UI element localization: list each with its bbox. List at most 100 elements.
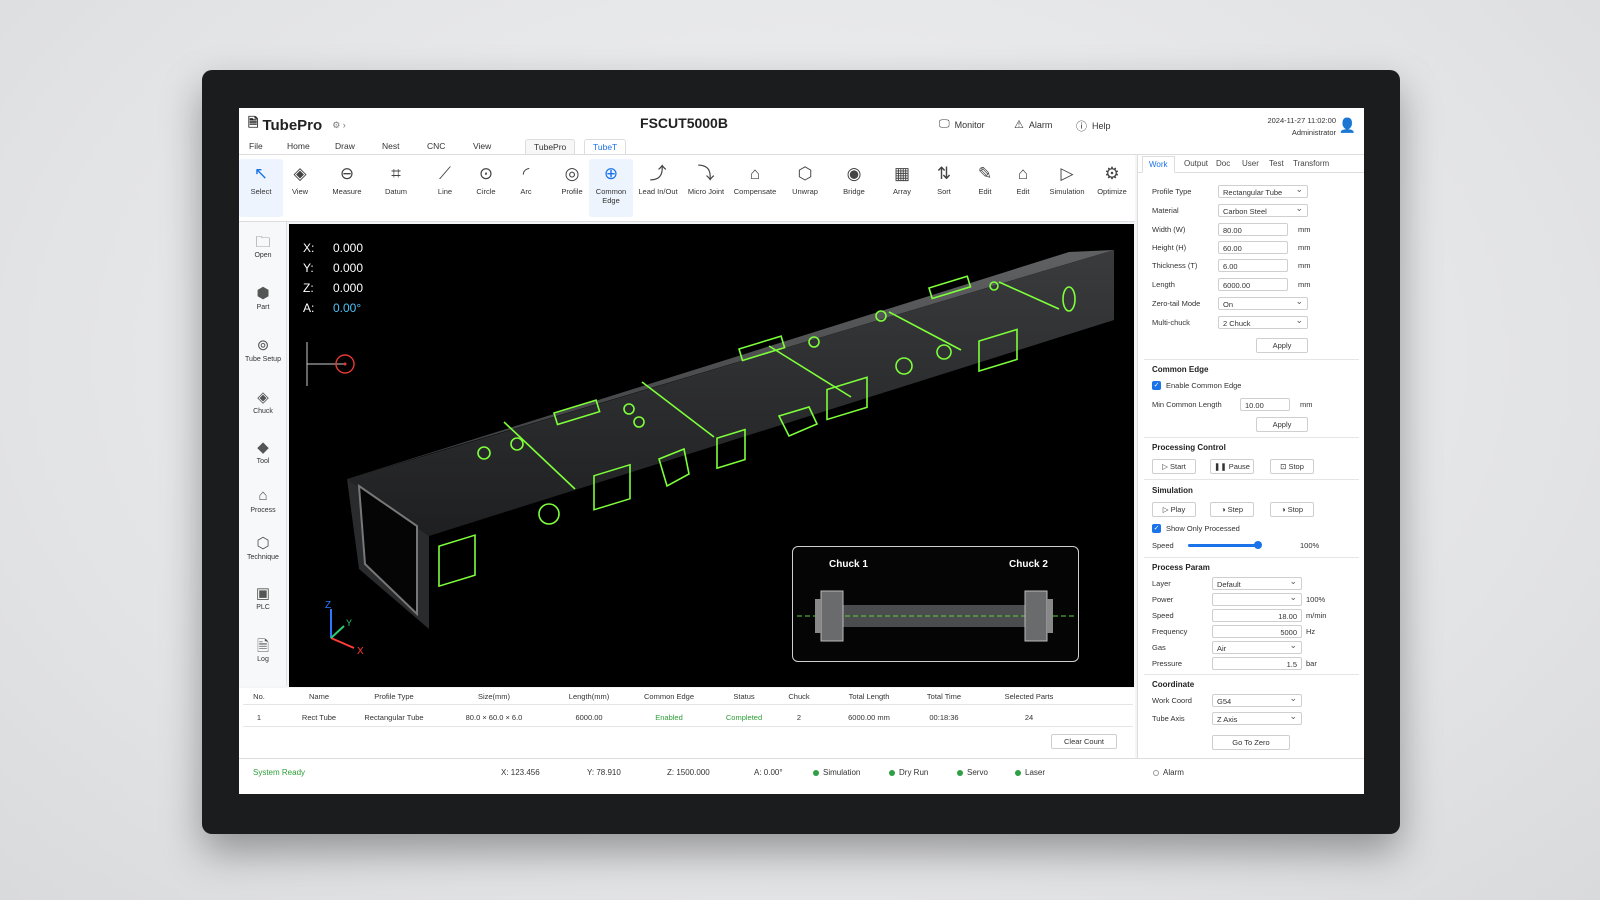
sidebar-item-part[interactable]: ⬢ Part — [239, 284, 287, 311]
stop-button[interactable]: ⊡ Stop — [1270, 459, 1314, 474]
enable-common-edge-checkbox[interactable]: ✓ Enable Common Edge — [1152, 381, 1241, 390]
user-icon[interactable]: 👤 — [1339, 117, 1356, 134]
sidebar-item-tool[interactable]: ◆ Tool — [239, 438, 287, 465]
tool-lead-in-out[interactable]: ⤴ Lead In/Out — [636, 163, 680, 196]
tube-axis-select[interactable]: Z Axis — [1212, 711, 1302, 725]
work-coord-select[interactable]: G54 — [1212, 693, 1302, 707]
sidebar-item-chuck[interactable]: ◈ Chuck — [239, 388, 287, 415]
height-input[interactable]: 60.00 — [1218, 241, 1288, 254]
tool-sort[interactable]: ⇅ Sort — [922, 163, 966, 196]
ribbon-toolbar: ↖ Select ◈ View ⊖ Measure ⌗ Datum ⟋ Line ⊙ Cir… — [239, 155, 1135, 222]
menu-file[interactable]: File — [249, 141, 263, 151]
monitor-button[interactable]: 🖵 Monitor — [939, 118, 985, 131]
sim-step-button[interactable]: ◑ Step — [1210, 502, 1254, 517]
menu-nest[interactable]: Nest — [382, 141, 399, 151]
pressure-input[interactable]: 1.5 — [1212, 657, 1302, 670]
go-to-zero-button[interactable]: Go To Zero — [1212, 735, 1290, 750]
tab-work[interactable]: Work — [1142, 156, 1175, 173]
sim-play-button[interactable]: ▷ Play — [1152, 502, 1196, 517]
sim-stop-button[interactable]: ◑ Stop — [1270, 502, 1314, 517]
tab-tubepro[interactable]: TubePro — [525, 139, 576, 154]
pause-button[interactable]: ❚❚ Pause — [1210, 459, 1254, 474]
tool-line[interactable]: ⟋ Line — [423, 163, 467, 196]
min-common-length-input[interactable]: 10.00 — [1240, 398, 1290, 411]
tab-doc[interactable]: Doc — [1216, 159, 1230, 168]
folder-icon: 🗀 — [255, 234, 271, 251]
zero-tail-select[interactable]: On — [1218, 296, 1308, 310]
width-input[interactable]: 80.00 — [1218, 223, 1288, 236]
tool-simulation[interactable]: ▷ Simulation — [1045, 163, 1089, 196]
tool-view[interactable]: ◈ View — [278, 163, 322, 196]
chuck-icon: ◈ — [257, 389, 269, 406]
technique-icon: ⬡ — [256, 535, 270, 552]
menu-cnc[interactable]: CNC — [427, 141, 445, 151]
tool-array[interactable]: ▦ Array — [880, 163, 924, 196]
chuck-2-label: Chuck 2 — [1009, 559, 1048, 570]
power-select[interactable] — [1212, 592, 1302, 606]
menu-draw[interactable]: Draw — [335, 141, 355, 151]
tool-circle[interactable]: ⊙ Circle — [464, 163, 508, 196]
tab-user[interactable]: User — [1242, 159, 1259, 168]
menu-view[interactable]: View — [473, 141, 491, 151]
status-dot-icon — [1015, 769, 1021, 776]
processing-control-title: Processing Control — [1152, 443, 1226, 452]
tool-optimize[interactable]: ⚙ Optimize — [1090, 163, 1134, 196]
micro-joint-icon: ⤵ — [697, 164, 715, 183]
multi-chuck-select[interactable]: 2 Chuck — [1218, 315, 1308, 329]
apply-common-edge-button[interactable]: Apply — [1256, 417, 1308, 432]
layer-select[interactable]: Default — [1212, 576, 1302, 590]
material-select[interactable]: Carbon Steel — [1218, 203, 1308, 217]
title-bar: 🗎 TubePro ⚙ › FSCUT5000B 🖵 Monitor ⚠ Alarm… — [239, 108, 1364, 138]
slider-knob[interactable] — [1254, 541, 1262, 549]
settings-chevron-icon[interactable]: ⚙ › — [332, 120, 346, 131]
3d-viewport[interactable]: Z X Y X: 0.000 Y: 0.000 Z: 0.000 A: 0.00° Ch… — [289, 224, 1134, 687]
tool-common-edge[interactable]: ⊕ Common Edge — [589, 159, 633, 217]
menu-home[interactable]: Home — [287, 141, 310, 151]
sidebar-item-log[interactable]: 🗎 Log — [239, 636, 287, 663]
tool-arc[interactable]: ◜ Arc — [504, 163, 548, 196]
start-button[interactable]: ▷ Start — [1152, 459, 1196, 474]
tool-measure[interactable]: ⊖ Measure — [325, 163, 369, 196]
sidebar-item-process[interactable]: ⌂ Process — [239, 487, 287, 514]
sidebar-item-technique[interactable]: ⬡ Technique — [239, 534, 287, 561]
gas-select[interactable]: Air — [1212, 640, 1302, 654]
apply-work-button[interactable]: Apply — [1256, 338, 1308, 353]
tab-test[interactable]: Test — [1269, 159, 1284, 168]
show-only-processed-checkbox[interactable]: ✓ Show Only Processed — [1152, 524, 1240, 533]
tool-unwrap[interactable]: ⬡ Unwrap — [783, 163, 827, 196]
help-icon: ⓘ — [1076, 121, 1087, 133]
tool-micro-joint[interactable]: ⤵ Micro Joint — [684, 163, 728, 196]
coord-x: 0.000 — [333, 241, 364, 255]
tube-side-face — [347, 250, 1114, 536]
tool-bridge[interactable]: ◉ Bridge — [832, 163, 876, 196]
tab-transform[interactable]: Transform — [1293, 159, 1329, 168]
profile-type-select[interactable]: Rectangular Tube — [1218, 184, 1308, 198]
sidebar-item-tube-setup[interactable]: ⊚ Tube Setup — [239, 336, 287, 363]
help-button[interactable]: ⓘ Help — [1076, 118, 1111, 134]
thickness-input[interactable]: 6.00 — [1218, 259, 1288, 272]
table-header-cell: Length(mm) — [568, 692, 610, 701]
frequency-input[interactable]: 5000 — [1212, 625, 1302, 638]
status-bar: System Ready X: 123.456 Y: 78.910 Z: 150… — [239, 758, 1364, 794]
tool-compensate[interactable]: ⌂ Compensate — [733, 163, 777, 196]
sidebar-item-open[interactable]: 🗀 Open — [239, 232, 287, 259]
tool-datum[interactable]: ⌗ Datum — [374, 163, 418, 196]
tab-output[interactable]: Output — [1184, 159, 1208, 168]
clear-count-button[interactable]: Clear Count — [1051, 734, 1117, 749]
system-status: System Ready — [253, 768, 306, 777]
cursor-icon: ↖ — [253, 164, 269, 183]
cube-icon: ⬡ — [797, 164, 813, 183]
cut-speed-input[interactable]: 18.00 — [1212, 609, 1302, 622]
table-cell: Rect Tube — [301, 713, 337, 722]
alarm-icon: ⚠ — [1014, 119, 1024, 131]
sim-speed-slider[interactable] — [1188, 541, 1262, 549]
tab-tubet[interactable]: TubeT — [584, 139, 627, 154]
table-cell: 24 — [1024, 713, 1034, 722]
tool-edit-2[interactable]: ⌂ Edit — [1001, 163, 1045, 196]
alarm-button[interactable]: ⚠ Alarm — [1014, 118, 1052, 131]
tool-select[interactable]: ↖ Select — [239, 159, 283, 217]
table-cell: Completed — [725, 713, 763, 722]
sidebar-item-plc[interactable]: ▣ PLC — [239, 584, 287, 611]
length-input[interactable]: 6000.00 — [1218, 278, 1288, 291]
tool-profile[interactable]: ◎ Profile — [550, 163, 594, 196]
